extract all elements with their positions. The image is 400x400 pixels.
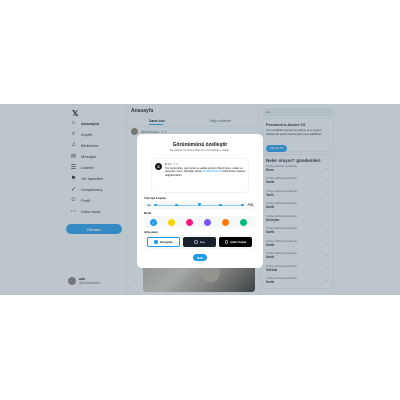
x-logo-icon: X — [155, 163, 162, 170]
preview-post: X X @X · 1 d X'in merkezinde, işte bunla… — [151, 158, 249, 193]
color-swatch-blue[interactable]: ✓ — [150, 218, 157, 226]
background-option-label: Işıklar Kapalı — [230, 240, 247, 244]
preview-author: X @X · 1 d — [165, 163, 178, 166]
background-option-label: Loş — [199, 240, 205, 244]
color-swatch-green[interactable] — [240, 218, 247, 226]
font-size-large-label: Aa — [247, 202, 253, 207]
color-swatch-purple[interactable] — [204, 218, 211, 226]
font-size-knob[interactable] — [196, 202, 202, 207]
color-picker: ✓ — [144, 216, 256, 228]
background-picker: Varsayılan Loş Işıklar Kapalı — [144, 235, 256, 249]
background-dim-option[interactable]: Loş — [183, 237, 216, 247]
background-option-label: Varsayılan — [159, 240, 173, 244]
background-default-option[interactable]: Varsayılan — [147, 237, 180, 247]
preview-text: X'in merkezinde, işte bunlar şu şekilde … — [165, 167, 247, 177]
radio-icon — [224, 240, 229, 244]
font-size-slider[interactable]: Aa Aa — [144, 201, 256, 209]
preview-link[interactable]: #TwitterHakkında — [203, 170, 222, 173]
font-size-label: Yazı tipi boyutu — [144, 196, 167, 200]
customize-display-dialog: Görünümünü özelleştir Bu ayarlar, bu tar… — [137, 134, 263, 268]
color-swatch-yellow[interactable] — [168, 218, 175, 226]
color-swatch-orange[interactable] — [222, 218, 229, 226]
font-size-step[interactable] — [219, 203, 222, 206]
color-swatch-pink[interactable] — [186, 218, 193, 226]
font-size-step[interactable] — [241, 203, 244, 206]
font-size-small-label: Aa — [147, 203, 151, 207]
dialog-title: Görünümünü özelleştir — [172, 142, 228, 148]
color-label: Renk — [144, 211, 152, 215]
font-size-step[interactable] — [154, 203, 157, 206]
check-icon: ✓ — [151, 219, 156, 225]
radio-icon — [194, 240, 198, 244]
done-button[interactable]: Bitti — [193, 254, 207, 261]
preview-handle: @X · 1 d — [167, 163, 178, 166]
font-size-step[interactable] — [175, 203, 178, 206]
background-lights-out-option[interactable]: Işıklar Kapalı — [219, 237, 252, 247]
dialog-subtitle: Bu ayarlar, bu tarayıcıdaki tüm X hesapl… — [170, 149, 230, 152]
radio-selected-icon — [154, 240, 158, 244]
background-label: Arka plan — [144, 230, 158, 234]
